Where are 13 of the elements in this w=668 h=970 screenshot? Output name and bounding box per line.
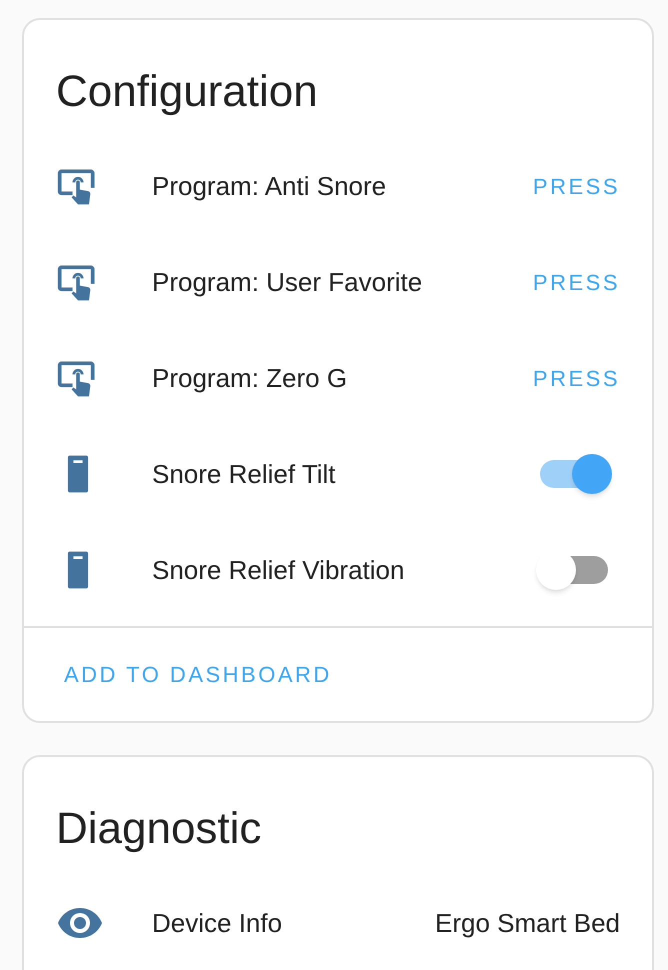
entity-value: Ergo Smart Bed <box>435 906 620 940</box>
entity-name: Program: Zero G <box>152 362 348 394</box>
entity-name: Device Info <box>152 906 284 940</box>
press-button[interactable]: PRESS <box>524 260 628 304</box>
press-button[interactable]: PRESS <box>524 356 628 400</box>
entity-name: Snore Relief Vibration <box>152 554 406 586</box>
card-title: Configuration <box>55 66 319 118</box>
entity-name: Program: User Favorite <box>152 266 424 298</box>
press-button[interactable]: PRESS <box>524 164 628 208</box>
card-title: Diagnostic <box>55 803 262 855</box>
entity-name: Snore Relief Tilt <box>152 458 337 490</box>
entity-name: Program: Anti Snore <box>152 170 388 202</box>
add-to-dashboard-button[interactable]: ADD TO DASHBOARD <box>56 654 340 695</box>
